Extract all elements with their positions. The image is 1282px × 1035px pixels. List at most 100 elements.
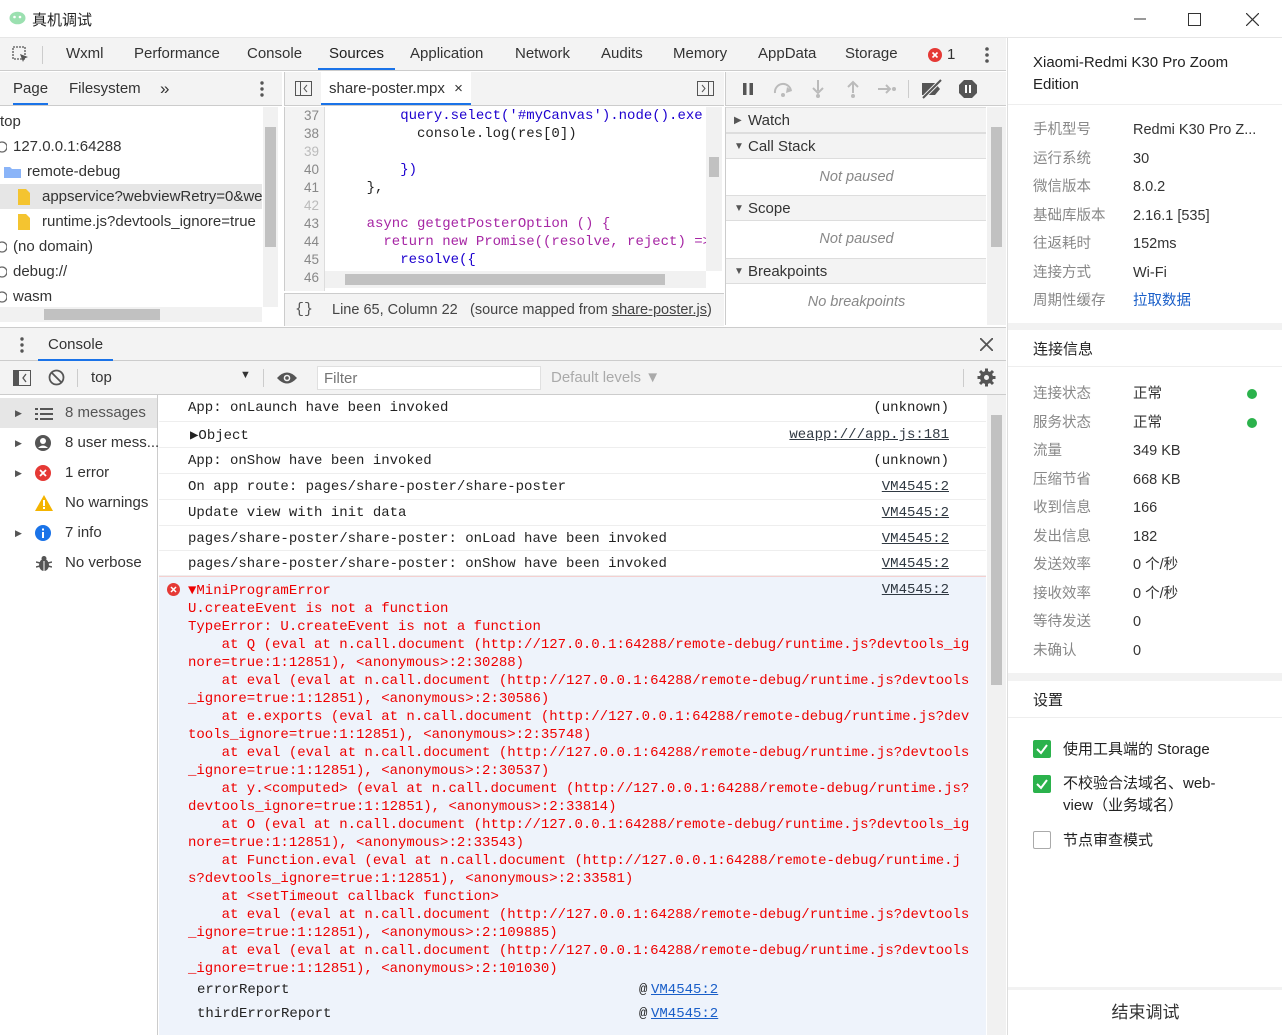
- clear-console-icon[interactable]: [48, 369, 65, 386]
- toggle-navigator-button[interactable]: [295, 81, 312, 99]
- call-stack-status: Not paused: [819, 169, 894, 185]
- end-debug-button[interactable]: 结束调试: [1008, 990, 1282, 1035]
- minimize-button[interactable]: [1112, 0, 1168, 38]
- line-number: 38: [303, 126, 319, 141]
- step-out-icon[interactable]: [847, 80, 859, 98]
- more-menu-button[interactable]: [984, 45, 990, 65]
- code-editor[interactable]: 37 38 39 40 41 42 43 44 45 46 query.sele…: [284, 107, 724, 291]
- setting-node-inspect[interactable]: 节点审查模式: [1033, 829, 1273, 853]
- message-source-link[interactable]: weapp:///app.js:181: [789, 427, 949, 443]
- fetch-data-link[interactable]: 拉取数据: [1133, 289, 1191, 313]
- checkbox-checked-icon[interactable]: [1033, 740, 1051, 758]
- eye-icon[interactable]: [276, 371, 298, 385]
- debugger-scrollbar[interactable]: [987, 107, 1006, 325]
- scope-section-header[interactable]: ▼ Scope: [726, 195, 986, 221]
- tree-item-runtime[interactable]: runtime.js?devtools_ignore=true: [0, 209, 262, 234]
- pause-on-exceptions-icon[interactable]: [958, 79, 978, 99]
- scroll-thumb[interactable]: [709, 157, 719, 177]
- kebab-icon[interactable]: [19, 336, 25, 354]
- tab-performance[interactable]: Performance: [134, 38, 220, 70]
- navigator-menu-button[interactable]: [259, 80, 265, 101]
- message-source-link[interactable]: VM4545:2: [882, 556, 949, 572]
- inspect-element-button[interactable]: [12, 46, 30, 64]
- tree-horizontal-scrollbar[interactable]: [0, 307, 262, 322]
- breakpoints-section-header[interactable]: ▼ Breakpoints: [726, 258, 986, 284]
- tree-vertical-scrollbar[interactable]: [263, 107, 278, 307]
- scroll-thumb[interactable]: [265, 127, 276, 247]
- step-over-icon[interactable]: [772, 81, 794, 97]
- tree-item-no-domain[interactable]: (no domain): [0, 234, 262, 259]
- tree-item-appservice[interactable]: appservice?webviewRetry=0&we: [0, 184, 263, 209]
- sidebar-item-user-messages[interactable]: ▶ 8 user mess...: [0, 428, 159, 458]
- more-tabs-button[interactable]: »: [160, 72, 169, 105]
- tab-page[interactable]: Page: [13, 72, 49, 105]
- gear-icon[interactable]: [977, 368, 996, 387]
- console-filter-input[interactable]: [317, 366, 541, 390]
- sidebar-item-info[interactable]: ▶ 7 info: [0, 518, 157, 548]
- stack-source-link[interactable]: VM4545:2: [651, 1006, 718, 1022]
- error-source-link[interactable]: VM4545:2: [882, 582, 949, 598]
- pause-icon[interactable]: [741, 82, 755, 96]
- context-selector[interactable]: top ▼: [84, 365, 256, 391]
- message-text[interactable]: ▶Object: [190, 427, 249, 444]
- drawer-tab-console[interactable]: Console: [38, 328, 114, 361]
- toggle-debugger-button[interactable]: [697, 81, 714, 99]
- console-sidebar-toggle-icon[interactable]: [13, 370, 31, 386]
- tree-item-wasm[interactable]: wasm: [0, 284, 262, 309]
- error-title[interactable]: ▼MiniProgramError: [188, 582, 331, 600]
- tree-item-top[interactable]: top: [0, 109, 262, 134]
- setting-skip-domain-check[interactable]: 不校验合法域名、web-view（业务域名）: [1033, 773, 1273, 819]
- tree-item-remote-debug[interactable]: remote-debug: [0, 159, 262, 184]
- editor-vertical-scrollbar[interactable]: [706, 107, 722, 271]
- error-counter[interactable]: 1: [928, 46, 968, 64]
- step-icon[interactable]: [877, 82, 897, 96]
- scroll-thumb[interactable]: [44, 309, 160, 320]
- sidebar-item-errors[interactable]: ▶ 1 error: [0, 458, 157, 488]
- scroll-thumb[interactable]: [991, 127, 1002, 247]
- call-stack-section-header[interactable]: ▼ Call Stack: [726, 133, 986, 159]
- setting-use-storage[interactable]: 使用工具端的 Storage: [1033, 738, 1273, 762]
- sidebar-item-verbose[interactable]: No verbose: [0, 548, 157, 578]
- scroll-thumb[interactable]: [991, 415, 1002, 685]
- tree-item-host[interactable]: 127.0.0.1:64288: [0, 134, 262, 159]
- tree-item-debug[interactable]: debug://: [0, 259, 262, 284]
- close-drawer-icon[interactable]: [980, 338, 993, 351]
- tab-memory[interactable]: Memory: [673, 38, 727, 70]
- message-source-link[interactable]: VM4545:2: [882, 505, 949, 521]
- tab-appdata[interactable]: AppData: [758, 38, 816, 70]
- source-mapped-link[interactable]: share-poster.js: [612, 302, 707, 318]
- code-line: async getgetPosterOption () {: [333, 216, 611, 232]
- step-into-icon[interactable]: [812, 80, 824, 98]
- editor-horizontal-scrollbar[interactable]: [325, 271, 706, 288]
- tab-network[interactable]: Network: [515, 38, 570, 70]
- checkbox-checked-icon[interactable]: [1033, 775, 1051, 793]
- deactivate-breakpoints-icon[interactable]: [920, 79, 944, 99]
- message-source-link[interactable]: VM4545:2: [882, 531, 949, 547]
- close-window-button[interactable]: [1224, 0, 1280, 38]
- close-tab-icon[interactable]: ×: [454, 80, 463, 97]
- sidebar-item-messages[interactable]: ▶ 8 messages: [0, 398, 157, 428]
- debugger-sidebar: ▶ Watch ▼ Call Stack Not paused ▼ Scope …: [725, 107, 986, 325]
- scroll-thumb[interactable]: [345, 274, 665, 285]
- section-title: Watch: [748, 112, 790, 129]
- file-tab[interactable]: share-poster.mpx ×: [321, 72, 471, 105]
- stack-source-link[interactable]: VM4545:2: [651, 982, 718, 998]
- tab-filesystem[interactable]: Filesystem: [69, 72, 141, 105]
- tab-console[interactable]: Console: [247, 38, 302, 70]
- tab-storage[interactable]: Storage: [845, 38, 898, 70]
- pretty-print-button[interactable]: {}: [295, 301, 313, 318]
- info-value: 0 个/秒: [1133, 557, 1179, 573]
- log-levels-dropdown[interactable]: Default levels ▼: [551, 369, 660, 386]
- tab-application[interactable]: Application: [410, 38, 483, 70]
- tab-sources[interactable]: Sources: [318, 38, 396, 70]
- console-scrollbar[interactable]: [987, 395, 1006, 1035]
- tab-audits[interactable]: Audits: [601, 38, 643, 70]
- sidebar-item-warnings[interactable]: No warnings: [0, 488, 157, 518]
- checkbox-unchecked-icon[interactable]: [1033, 831, 1051, 849]
- watch-section-header[interactable]: ▶ Watch: [726, 107, 986, 133]
- tab-wxml[interactable]: Wxml: [66, 38, 104, 70]
- message-source-link[interactable]: VM4545:2: [882, 479, 949, 495]
- console-message[interactable]: ▶Object weapp:///app.js:181: [159, 422, 986, 448]
- maximize-button[interactable]: [1166, 0, 1222, 38]
- console-message: On app route: pages/share-poster/share-p…: [159, 474, 986, 500]
